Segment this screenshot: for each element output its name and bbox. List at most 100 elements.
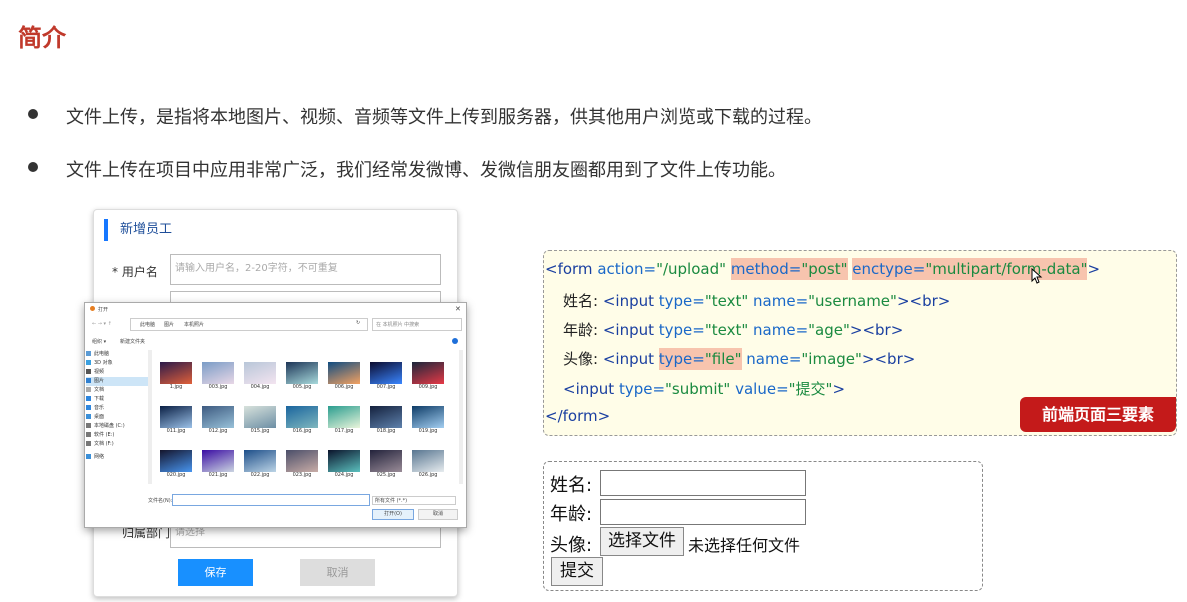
code-value: "text" [704,321,749,339]
file-item[interactable]: 023.jpg [284,450,320,478]
path-segment[interactable]: 本机照片 [184,321,204,328]
sidebar-item[interactable]: 下载 [86,395,148,404]
nav-arrows-icon[interactable]: ← → ▾ ↑ [92,321,112,327]
choose-file-button[interactable]: 选择文件 [600,527,684,556]
file-name: 026.jpg [418,472,438,478]
no-file-text: 未选择任何文件 [688,536,801,555]
file-name: 020.jpg [166,472,186,478]
page-title: 简介 [18,24,66,52]
file-item[interactable]: 011.jpg [158,406,194,434]
age-input[interactable] [600,499,806,525]
sidebar-item[interactable]: 音乐 [86,404,148,413]
file-item[interactable]: 022.jpg [242,450,278,478]
organize-menu[interactable]: 组织 ▾ [92,338,106,345]
sidebar-item[interactable]: 网络 [86,453,148,462]
file-item[interactable]: 018.jpg [368,406,404,434]
help-icon[interactable] [452,338,458,344]
new-folder-button[interactable]: 新建文件夹 [120,338,145,345]
file-item[interactable]: 016.jpg [284,406,320,434]
sidebar-item[interactable]: 桌面 [86,413,148,422]
cancel-button[interactable]: 取消 [300,559,375,586]
file-item[interactable]: 020.jpg [158,450,194,478]
sidebar-label: 此电脑 [94,351,110,357]
file-item[interactable]: 024.jpg [326,450,362,478]
code-value: "submit" [665,380,731,398]
file-item[interactable]: 009.jpg [410,362,446,390]
file-item[interactable]: 005.jpg [284,362,320,390]
computer-icon [86,351,91,356]
code-attr: name= [753,321,809,339]
sidebar-item[interactable]: 3D 对象 [86,359,148,368]
highlight-method: method="post" [730,258,848,280]
file-name: 004.jpg [250,384,270,390]
code-tag: ><br> [861,350,916,368]
code-attr: method= [730,260,802,278]
sidebar-item[interactable]: 本地磁盘 (C:) [86,422,148,431]
file-thumbnail-icon [328,450,360,472]
close-icon[interactable]: ✕ [455,305,461,313]
file-item[interactable]: 021.jpg [200,450,236,478]
code-text: 年龄: [563,321,603,339]
bullet-dot [28,109,38,119]
file-item[interactable]: 025.jpg [368,450,404,478]
drive-icon [86,423,91,428]
submit-button[interactable]: 提交 [551,557,603,586]
highlight-enctype: enctype="multipart/form-data" [852,258,1088,280]
refresh-icon[interactable]: ↻ [356,320,360,326]
file-thumbnail-icon [160,450,192,472]
username-input[interactable]: 请输入用户名，2-20字符，不可重复 [170,254,441,285]
file-item[interactable]: 012.jpg [200,406,236,434]
file-thumbnail-icon [328,406,360,428]
sidebar-label: 图片 [94,378,105,384]
sidebar-item[interactable]: 文档 (F:) [86,440,148,449]
file-item[interactable]: 019.jpg [410,406,446,434]
file-item[interactable]: 015.jpg [242,406,278,434]
file-item[interactable]: 006.jpg [326,362,362,390]
name-input[interactable] [600,470,806,496]
save-button[interactable]: 保存 [178,559,253,586]
sidebar-item[interactable]: 视频 [86,368,148,377]
file-thumbnail-icon [202,450,234,472]
file-name: 006.jpg [334,384,354,390]
file-name: 012.jpg [208,428,228,434]
dialog-cancel-button[interactable]: 取消 [418,509,458,520]
sidebar-item[interactable]: 软件 (E:) [86,431,148,440]
file-name: 023.jpg [292,472,312,478]
document-icon [86,387,91,392]
file-item[interactable]: 017.jpg [326,406,362,434]
code-attr: name= [746,350,802,368]
file-type-select[interactable]: 所有文件 (*.*) [372,496,456,505]
file-item[interactable]: 1.jpg [158,362,194,390]
sidebar-item-selected[interactable]: 图片 [86,377,148,386]
code-attr: type= [618,380,666,398]
code-attr: enctype= [852,260,926,278]
card-title: 新增员工 [104,219,172,241]
code-text: 头像: [563,350,603,368]
sidebar-label: 文档 (F:) [94,441,114,447]
files-scrollbar[interactable] [459,350,463,484]
filename-input[interactable] [172,494,370,506]
sidebar-item[interactable]: 文档 [86,386,148,395]
file-name: 025.jpg [376,472,396,478]
code-tag: ><br> [896,292,951,310]
bullet-text: 文件上传在项目中应用非常广泛，我们经常发微博、发微信朋友圈都用到了文件上传功能。 [66,160,786,181]
file-item[interactable]: 004.jpg [242,362,278,390]
code-tag: <form [545,260,593,278]
file-item[interactable]: 007.jpg [368,362,404,390]
file-item[interactable]: 003.jpg [200,362,236,390]
open-button[interactable]: 打开(O) [372,509,414,520]
file-thumbnail-icon [202,406,234,428]
dialog-sidebar: 此电脑 3D 对象 视频 图片 文档 下载 音乐 桌面 本地磁盘 (C:) 软件… [86,350,148,484]
file-name: 018.jpg [376,428,396,434]
sidebar-label: 文档 [94,387,105,393]
sidebar-scrollbar[interactable] [148,350,152,484]
code-attr: type= [658,292,705,310]
avatar-label: 头像: [550,535,593,556]
file-name: 024.jpg [334,472,354,478]
code-value: "username" [808,292,897,310]
path-segment[interactable]: 图片 [164,321,174,328]
sidebar-item[interactable]: 此电脑 [86,350,148,359]
path-segment[interactable]: 此电脑 [140,321,155,328]
file-item[interactable]: 026.jpg [410,450,446,478]
code-line-username: 姓名: <input type="text" name="username"><… [563,290,950,311]
